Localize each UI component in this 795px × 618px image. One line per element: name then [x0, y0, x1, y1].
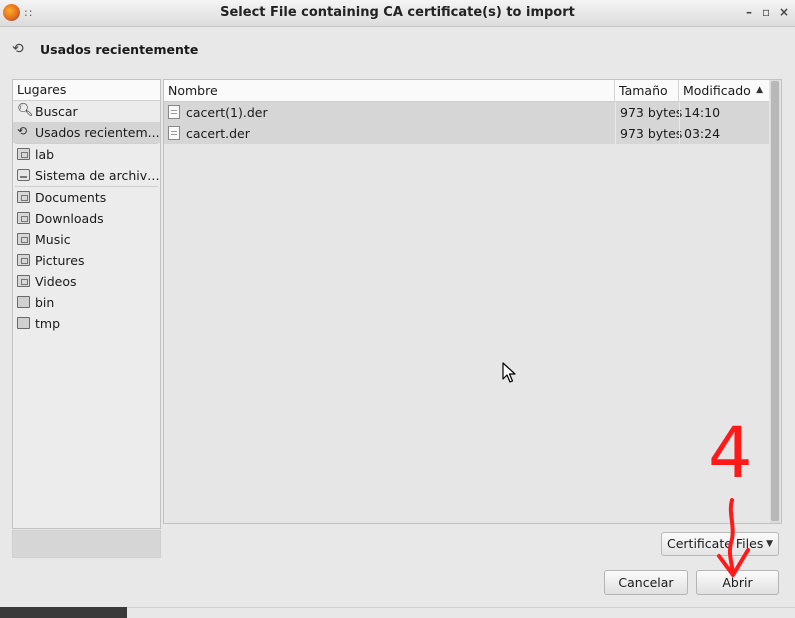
- mouse-cursor-icon: [502, 362, 516, 383]
- videos-folder-icon: [17, 275, 30, 287]
- documents-folder-icon: [17, 191, 30, 203]
- place-buscar[interactable]: 🔍︎ Buscar: [13, 101, 160, 122]
- music-folder-icon: [17, 233, 30, 245]
- window-bottom-border: [127, 607, 795, 608]
- drive-icon: [17, 169, 30, 181]
- folder-icon: [17, 317, 30, 329]
- taskbar-edge: [0, 607, 127, 618]
- place-label: Videos: [35, 274, 77, 289]
- sort-ascending-icon: ▲: [756, 85, 763, 95]
- place-filesystem[interactable]: Sistema de archivos: [13, 165, 160, 186]
- place-label: lab: [35, 147, 55, 162]
- place-label: Pictures: [35, 253, 85, 268]
- column-header-size[interactable]: Tamaño: [615, 80, 679, 101]
- downloads-folder-icon: [17, 212, 30, 224]
- document-icon: [168, 105, 180, 119]
- file-list-scrollbar[interactable]: [770, 80, 780, 523]
- recent-icon: ⟲: [12, 41, 24, 57]
- file-size: 973 bytes: [615, 123, 682, 144]
- file-name-cell: cacert.der: [164, 123, 615, 144]
- file-name: cacert(1).der: [186, 105, 268, 120]
- file-size: 973 bytes: [615, 102, 682, 123]
- place-pictures[interactable]: Pictures: [13, 250, 160, 271]
- place-downloads[interactable]: Downloads: [13, 208, 160, 229]
- places-button-bar: [12, 530, 161, 558]
- place-label: Buscar: [35, 104, 78, 119]
- file-name: cacert.der: [186, 126, 250, 141]
- window-title: Select File containing CA certificate(s)…: [220, 5, 575, 20]
- chevron-down-icon: ▼: [766, 539, 773, 549]
- place-label: Music: [35, 232, 71, 247]
- table-row[interactable]: cacert(1).der 973 bytes 14:10: [164, 102, 769, 124]
- title-bar: :: Select File containing CA certificate…: [0, 0, 795, 27]
- places-header[interactable]: Lugares: [13, 80, 160, 101]
- place-videos[interactable]: Videos: [13, 271, 160, 292]
- scrollbar-thumb[interactable]: [771, 81, 779, 521]
- column-header-name[interactable]: Nombre: [164, 80, 615, 101]
- table-row[interactable]: cacert.der 973 bytes 03:24: [164, 123, 769, 145]
- file-name-cell: cacert(1).der: [164, 102, 615, 123]
- maximize-button[interactable]: ▫: [762, 5, 770, 19]
- place-music[interactable]: Music: [13, 229, 160, 250]
- place-recent[interactable]: ⟲ Usados recientem...: [13, 122, 160, 143]
- place-tmp[interactable]: tmp: [13, 313, 160, 334]
- column-header-modified-label: Modificado: [683, 83, 751, 98]
- red-arrow-icon: [717, 498, 750, 577]
- minimize-button[interactable]: –: [746, 5, 752, 19]
- cancel-button[interactable]: Cancelar: [604, 570, 688, 595]
- place-bin[interactable]: bin: [13, 292, 160, 313]
- place-label: bin: [35, 295, 55, 310]
- file-modified: 03:24: [679, 123, 769, 144]
- step-number-annotation: 4: [708, 412, 753, 494]
- place-label: Documents: [35, 190, 107, 205]
- place-label: Downloads: [35, 211, 104, 226]
- column-header-modified[interactable]: Modificado ▲: [679, 80, 769, 101]
- recent-icon: ⟲: [17, 124, 28, 138]
- place-label: tmp: [35, 316, 61, 331]
- pictures-folder-icon: [17, 254, 30, 266]
- search-icon: 🔍︎: [17, 103, 34, 118]
- location-label: Usados recientemente: [40, 42, 199, 57]
- close-button[interactable]: ×: [779, 5, 789, 19]
- document-icon: [168, 126, 180, 140]
- places-sidebar: Lugares 🔍︎ Buscar ⟲ Usados recientem... …: [12, 79, 161, 529]
- file-list-header: Nombre Tamaño Modificado ▲: [164, 80, 769, 102]
- place-label: Sistema de archivos: [35, 168, 160, 183]
- home-folder-icon: [17, 148, 30, 160]
- file-modified: 14:10: [679, 102, 769, 123]
- folder-icon: [17, 296, 30, 308]
- place-lab[interactable]: lab: [13, 144, 160, 165]
- place-documents[interactable]: Documents: [13, 187, 160, 208]
- file-list[interactable]: Nombre Tamaño Modificado ▲ cacert(1).der…: [163, 79, 782, 524]
- place-label: Usados recientem...: [35, 125, 160, 140]
